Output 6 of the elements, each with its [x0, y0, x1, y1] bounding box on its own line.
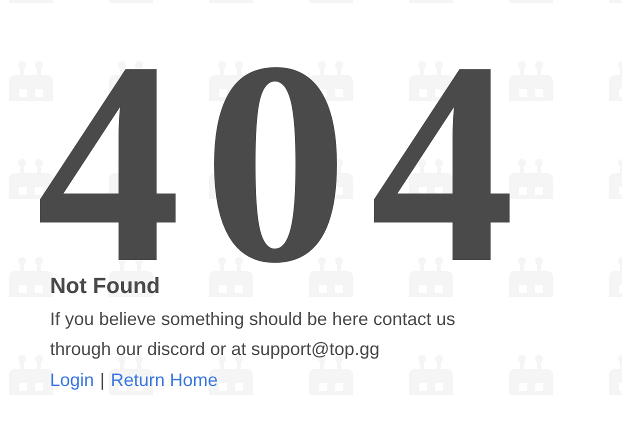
error-message: If you believe something should be here contact us through our discord or at support@top.gg [50, 308, 456, 361]
page-heading: Not Found [50, 272, 160, 300]
link-separator: | [100, 369, 105, 392]
return-home-link[interactable]: Return Home [110, 366, 218, 394]
login-link[interactable]: Login [50, 366, 94, 394]
error-code: 404 [36, 18, 537, 262]
